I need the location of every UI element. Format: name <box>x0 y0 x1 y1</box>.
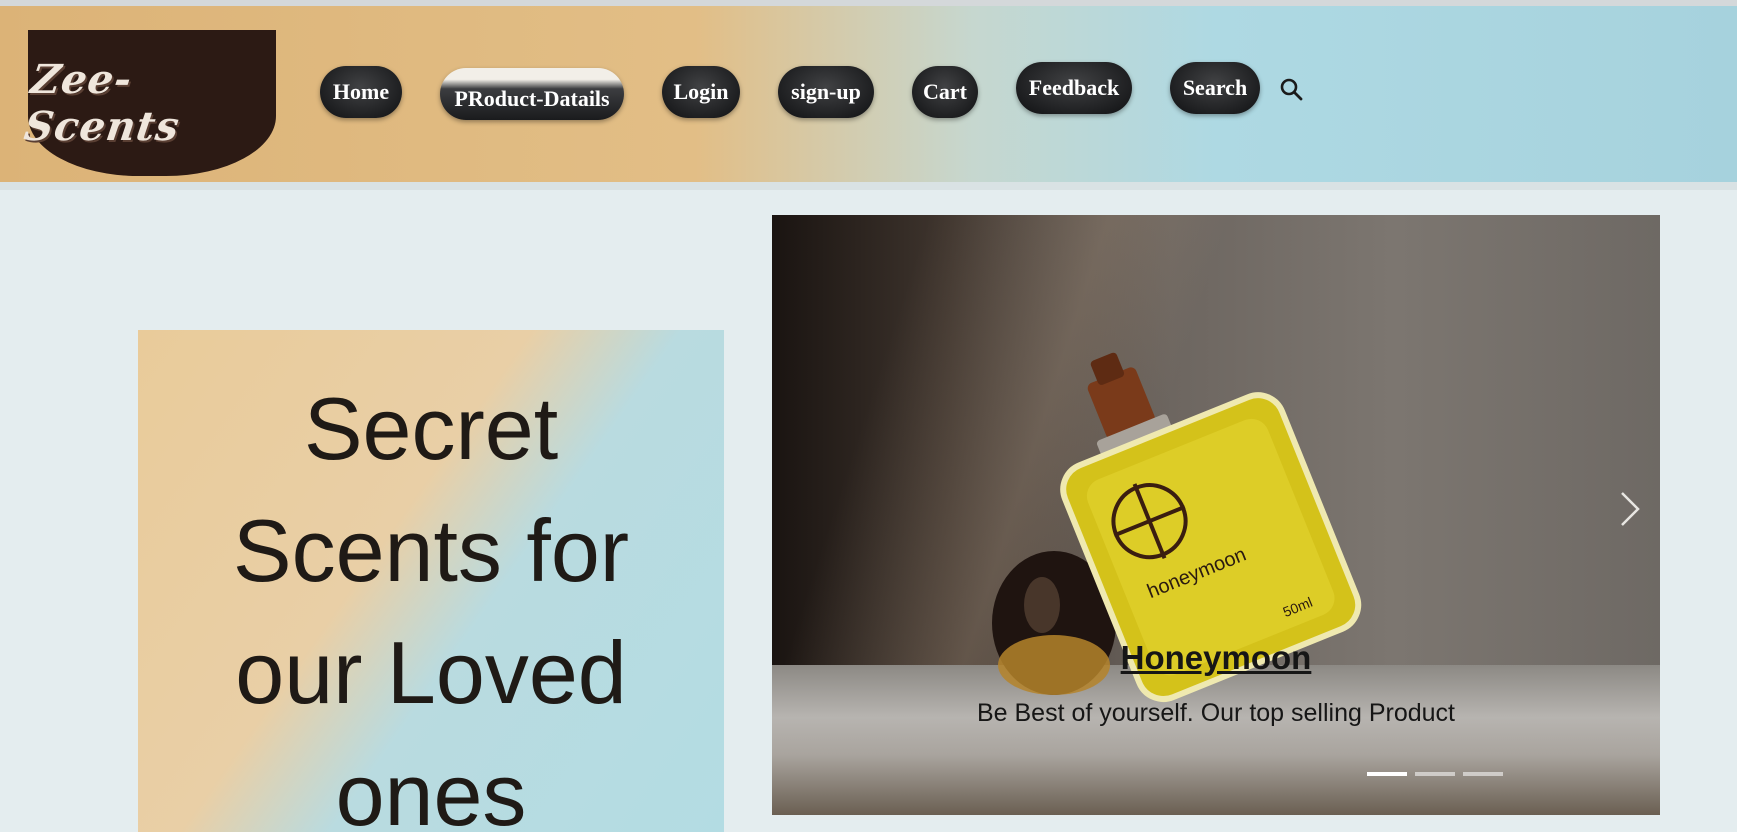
nav-search-button[interactable]: Search <box>1170 62 1260 114</box>
carousel-indicator[interactable] <box>1415 772 1455 776</box>
hero-line: Scents for <box>232 501 630 600</box>
nav-product-details-button[interactable]: PRoduct-Datails <box>440 68 624 120</box>
nav-feedback-button[interactable]: Feedback <box>1016 62 1132 114</box>
nav-login-button[interactable]: Login <box>662 66 740 118</box>
site-header: Zee-Scents Home PRoduct-Datails Login si… <box>0 6 1737 190</box>
nav-home-button[interactable]: Home <box>320 66 402 118</box>
hero-line: our Loved <box>235 623 627 722</box>
nav-signup-button[interactable]: sign-up <box>778 66 874 118</box>
slide-title[interactable]: Honeymoon <box>772 639 1660 677</box>
hero-line: ones <box>335 745 527 832</box>
carousel-indicators <box>1367 772 1503 776</box>
product-carousel[interactable]: honeymoon 50ml Honeymoon Be Best of your… <box>772 215 1660 815</box>
nav-cart-button[interactable]: Cart <box>912 66 978 118</box>
carousel-indicator[interactable] <box>1463 772 1503 776</box>
brand-logo[interactable]: Zee-Scents <box>21 30 276 176</box>
hero-line: Secret <box>303 379 559 478</box>
hero-banner: Secret Scents for our Loved ones <box>138 330 724 832</box>
carousel-indicator[interactable] <box>1367 772 1407 776</box>
search-icon[interactable] <box>1278 76 1304 102</box>
chevron-right-icon[interactable] <box>1614 487 1644 531</box>
slide-description: Be Best of yourself. Our top selling Pro… <box>976 699 1455 727</box>
logo-text: Zee-Scents <box>21 56 183 150</box>
